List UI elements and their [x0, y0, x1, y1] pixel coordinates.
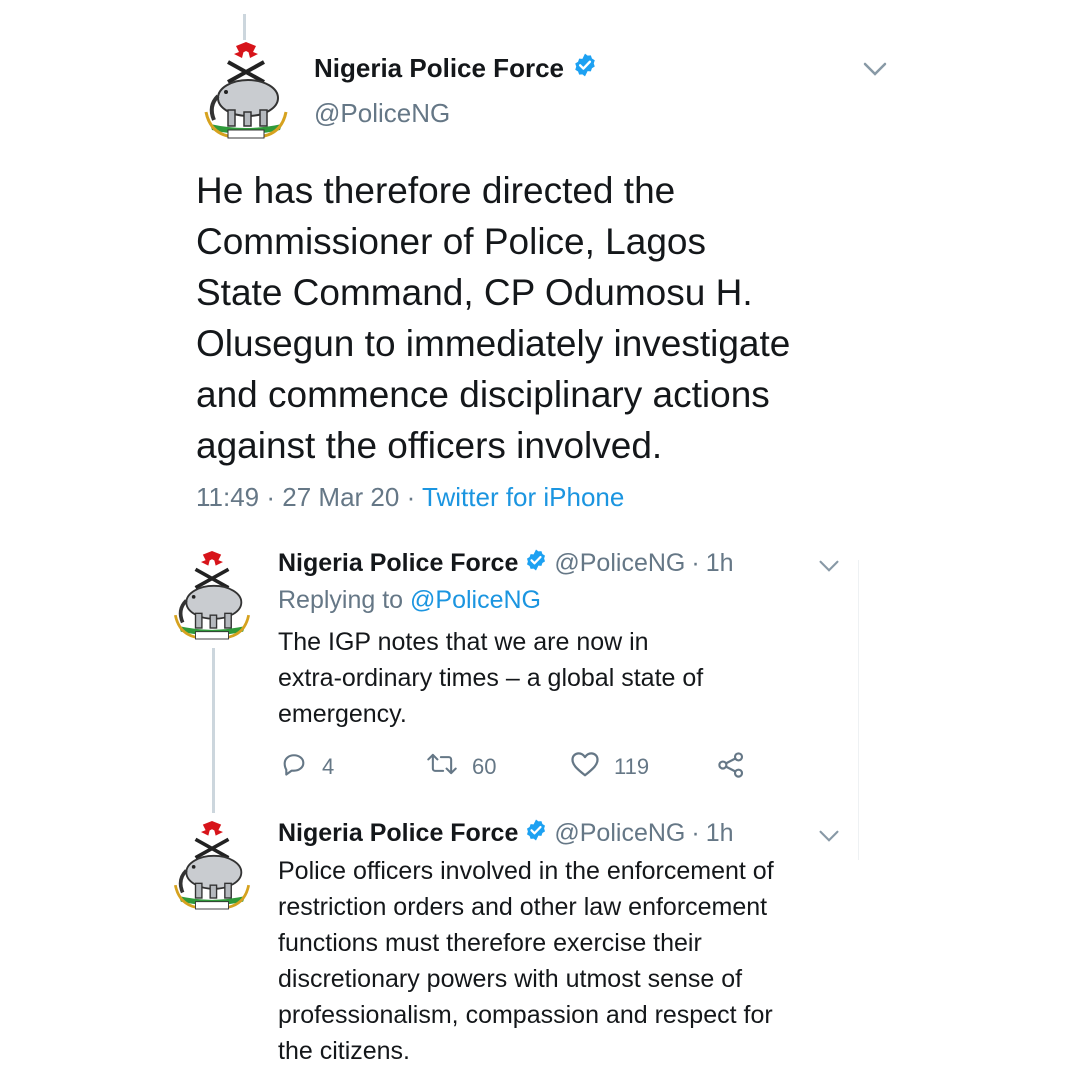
tweet-text: He has therefore directed the Commission… — [196, 170, 791, 466]
verified-badge-icon — [524, 548, 548, 579]
tweet-time[interactable]: 11:49 — [196, 482, 259, 512]
author-handle[interactable]: @PoliceNG — [314, 98, 450, 129]
heart-icon — [570, 750, 600, 784]
share-button[interactable] — [716, 750, 746, 786]
tweet-age[interactable]: 1h — [706, 549, 734, 578]
author-handle[interactable]: @PoliceNG — [554, 819, 685, 848]
content-divider — [858, 560, 859, 860]
tweet-date[interactable]: 27 Mar 20 — [282, 482, 399, 512]
reply-header[interactable]: Nigeria Police Force @PoliceNG · 1h — [278, 548, 734, 579]
retweet-button[interactable]: 60 — [426, 750, 496, 784]
share-icon — [716, 750, 746, 786]
police-crest-icon — [204, 42, 288, 139]
author-name-row[interactable]: Nigeria Police Force — [314, 52, 598, 85]
retweet-icon — [426, 750, 458, 784]
like-count: 119 — [614, 754, 650, 779]
chevron-down-icon[interactable] — [862, 60, 888, 83]
meta-separator: · — [266, 482, 276, 512]
display-name[interactable]: Nigeria Police Force — [278, 549, 518, 578]
replying-handle-link[interactable]: @PoliceNG — [410, 586, 541, 614]
tweet-age[interactable]: 1h — [706, 819, 734, 848]
like-button[interactable]: 119 — [570, 750, 649, 784]
police-crest-icon — [173, 551, 251, 640]
meta-separator: · — [691, 819, 700, 847]
author-handle[interactable]: @PoliceNG — [554, 549, 685, 578]
thread-line-middle — [212, 648, 215, 813]
tweet-text: Police officers involved in the enforcem… — [278, 857, 774, 1065]
reply-header[interactable]: Nigeria Police Force @PoliceNG · 1h — [278, 818, 734, 849]
thread-line-top — [243, 14, 246, 40]
avatar[interactable] — [198, 40, 294, 145]
retweet-count: 60 — [472, 754, 497, 779]
replying-to: Replying to @PoliceNG — [278, 586, 541, 615]
verified-badge-icon — [524, 818, 548, 849]
display-name[interactable]: Nigeria Police Force — [314, 53, 564, 84]
meta-separator: · — [691, 549, 700, 577]
display-name[interactable]: Nigeria Police Force — [278, 819, 518, 848]
reply-count: 4 — [322, 754, 335, 779]
reply-button[interactable]: 4 — [280, 750, 334, 784]
avatar[interactable] — [168, 818, 256, 917]
verified-badge-icon — [572, 52, 598, 85]
chevron-down-icon[interactable] — [818, 828, 840, 849]
tweet-text: The IGP notes that we are now in extra-o… — [278, 628, 704, 728]
meta-separator: · — [406, 482, 416, 512]
chevron-down-icon[interactable] — [818, 558, 840, 579]
replying-label: Replying to — [278, 586, 404, 614]
tweet-meta: 11:49 · 27 Mar 20 · Twitter for iPhone — [196, 482, 624, 513]
avatar[interactable] — [168, 548, 256, 647]
reply-icon — [280, 750, 308, 784]
police-crest-icon — [173, 821, 251, 910]
tweet-source-link[interactable]: Twitter for iPhone — [422, 482, 624, 512]
